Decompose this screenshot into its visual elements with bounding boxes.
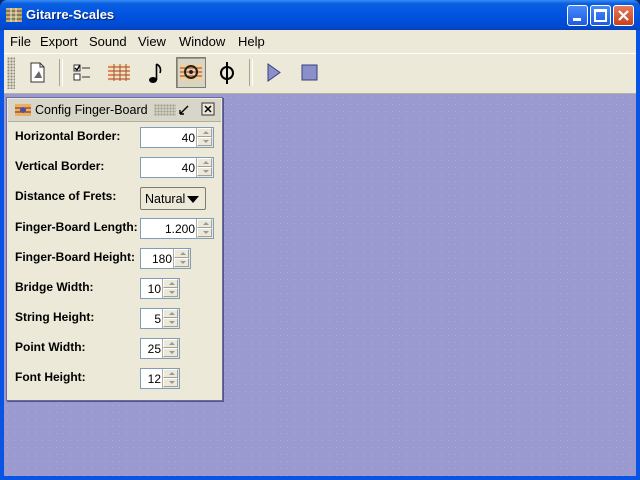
spin-down-button[interactable] (174, 258, 189, 267)
horizontal-border-value[interactable]: 40 (182, 131, 195, 145)
spinner-arrows[interactable] (162, 309, 179, 328)
spin-up-button[interactable] (174, 249, 189, 258)
spin-down-button[interactable] (163, 318, 178, 327)
menu-window[interactable]: Window (179, 34, 225, 49)
spin-down-button[interactable] (163, 348, 178, 357)
spin-down-button[interactable] (197, 228, 212, 237)
horizontal-border-label: Horizontal Border: (15, 129, 121, 143)
distance-of-frets-dropdown[interactable]: Natural (140, 187, 206, 210)
play-icon (267, 63, 281, 82)
frame-title: Config Finger-Board (35, 103, 148, 117)
point-width-spinner[interactable]: 25 (140, 338, 180, 359)
finger-board-height-value[interactable]: 180 (152, 252, 172, 266)
frame-icon (15, 104, 31, 116)
menu-bar: File Export Sound View Window Help (4, 30, 636, 54)
note-icon (149, 63, 162, 83)
toolbar-separator (59, 59, 63, 86)
spin-up-button[interactable] (163, 369, 178, 378)
string-height-value[interactable]: 5 (154, 312, 161, 326)
spin-down-button[interactable] (163, 378, 178, 387)
play-button[interactable] (258, 57, 288, 88)
font-height-value[interactable]: 12 (148, 372, 161, 386)
config-fretboard-button[interactable] (176, 57, 206, 88)
distance-of-frets-label: Distance of Frets: (15, 189, 117, 203)
toolbar-grip[interactable] (7, 57, 15, 89)
bridge-width-label: Bridge Width: (15, 280, 94, 294)
font-height-spinner[interactable]: 12 (140, 368, 180, 389)
spinner-arrows[interactable] (162, 369, 179, 388)
stop-icon (301, 64, 318, 81)
spinner-arrows[interactable] (196, 158, 213, 177)
point-width-label: Point Width: (15, 340, 86, 354)
frame-titlebar[interactable]: Config Finger-Board (8, 99, 221, 122)
font-height-label: Font Height: (15, 370, 86, 384)
menu-export[interactable]: Export (40, 34, 78, 49)
vertical-border-label: Vertical Border: (15, 159, 105, 173)
vertical-border-spinner[interactable]: 40 (140, 157, 214, 178)
checklist-button[interactable] (67, 57, 97, 88)
stop-button[interactable] (294, 57, 324, 88)
menu-sound[interactable]: Sound (89, 34, 127, 49)
spin-up-button[interactable] (163, 309, 178, 318)
string-height-spinner[interactable]: 5 (140, 308, 180, 329)
spinner-arrows[interactable] (196, 128, 213, 147)
finger-board-height-spinner[interactable]: 180 (140, 248, 191, 269)
spin-up-button[interactable] (197, 128, 212, 137)
config-fretboard-icon (180, 64, 202, 81)
vertical-border-value[interactable]: 40 (182, 161, 195, 175)
spin-up-button[interactable] (163, 279, 178, 288)
toolbar (4, 54, 636, 94)
point-width-value[interactable]: 25 (148, 342, 161, 356)
config-finger-board-frame: Config Finger-Board Horizontal Border: 4… (6, 97, 223, 401)
string-height-label: String Height: (15, 310, 95, 324)
close-frame-icon[interactable] (201, 102, 216, 117)
spin-up-button[interactable] (197, 219, 212, 228)
spinner-arrows[interactable] (173, 249, 190, 268)
maximize-icon (594, 9, 607, 22)
finger-board-length-value[interactable]: 1.200 (165, 222, 195, 236)
window-title: Gitarre-Scales (26, 7, 115, 22)
fretboard-button[interactable] (104, 57, 134, 88)
document-icon (30, 62, 45, 83)
bridge-width-value[interactable]: 10 (148, 282, 161, 296)
spinner-arrows[interactable] (162, 279, 179, 298)
spin-down-button[interactable] (197, 137, 212, 146)
horizontal-border-spinner[interactable]: 40 (140, 127, 214, 148)
menu-help[interactable]: Help (238, 34, 265, 49)
document-button[interactable] (22, 57, 52, 88)
spinner-arrows[interactable] (196, 219, 213, 238)
bridge-width-spinner[interactable]: 10 (140, 278, 180, 299)
checklist-icon (73, 64, 90, 81)
close-icon (618, 10, 629, 21)
fretboard-icon (108, 64, 130, 81)
tuning-fork-icon (220, 62, 234, 84)
minimize-frame-icon[interactable] (177, 103, 191, 117)
spin-down-button[interactable] (163, 288, 178, 297)
frame-grip (154, 104, 176, 116)
spin-up-button[interactable] (163, 339, 178, 348)
close-button[interactable] (613, 5, 634, 26)
spin-up-button[interactable] (197, 158, 212, 167)
chevron-down-icon (187, 196, 199, 203)
window-titlebar[interactable]: Gitarre-Scales (0, 0, 640, 30)
spin-down-button[interactable] (197, 167, 212, 176)
toolbar-separator (249, 59, 253, 86)
app-icon (6, 8, 22, 22)
menu-file[interactable]: File (10, 34, 31, 49)
note-button[interactable] (140, 57, 170, 88)
minimize-icon (573, 18, 581, 21)
minimize-button[interactable] (567, 5, 588, 26)
distance-of-frets-value: Natural (145, 192, 186, 206)
maximize-button[interactable] (590, 5, 611, 26)
finger-board-length-spinner[interactable]: 1.200 (140, 218, 214, 239)
finger-board-height-label: Finger-Board Height: (15, 250, 135, 264)
menu-view[interactable]: View (138, 34, 166, 49)
spinner-arrows[interactable] (162, 339, 179, 358)
finger-board-length-label: Finger-Board Length: (15, 220, 138, 234)
tuning-fork-button[interactable] (212, 57, 242, 88)
